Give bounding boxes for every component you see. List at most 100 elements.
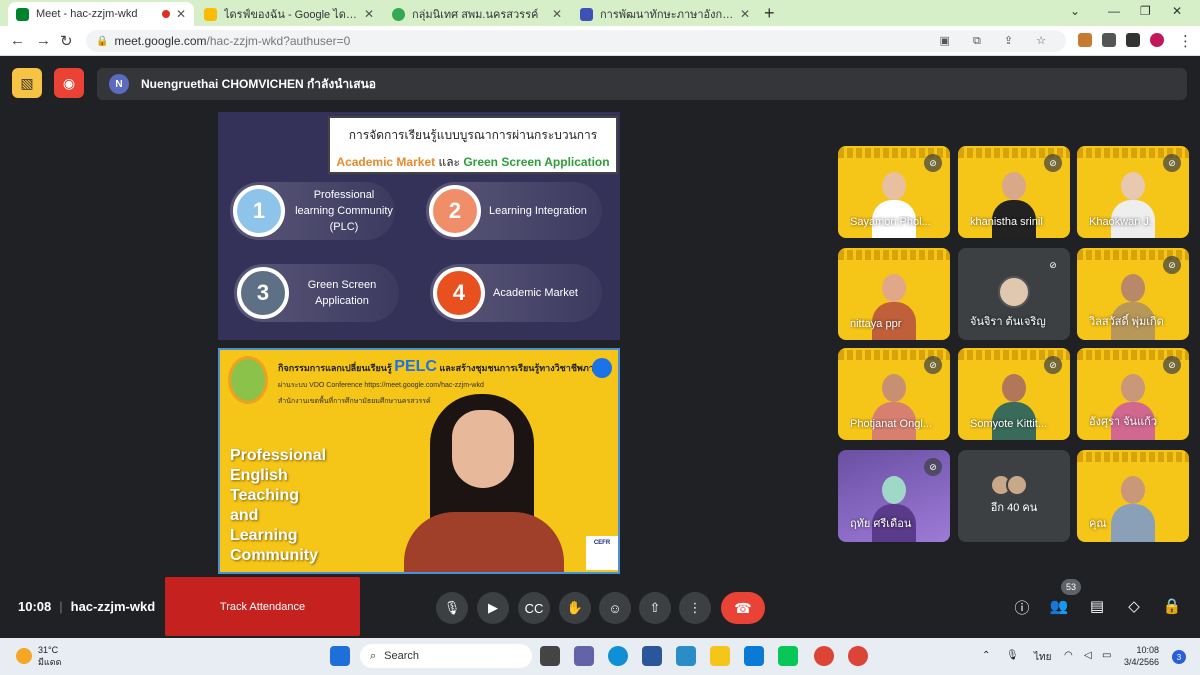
more-options-icon[interactable]: ⋮ (679, 592, 711, 624)
participant-tile[interactable]: ⊘ Khaokwan J. (1077, 146, 1189, 238)
volume-icon[interactable]: ◁ (1084, 650, 1092, 661)
host-controls-icon[interactable]: 🔒 (1161, 597, 1183, 615)
slide-title-line1: การจัดการเรียนรู้แบบบูรณาการผ่านกระบวนกา… (348, 128, 598, 142)
chrome-profile-icon[interactable] (848, 646, 868, 666)
minimize-icon[interactable]: — (1108, 4, 1120, 18)
battery-icon[interactable]: ▭ (1102, 650, 1111, 661)
chrome-icon[interactable] (814, 646, 834, 666)
participant-video (872, 374, 916, 440)
camera-icon[interactable]: ▶ (477, 592, 509, 624)
participant-tile[interactable]: ⊘ Somyote Kittit... (958, 348, 1070, 440)
emoji-icon[interactable]: ☺ (599, 592, 631, 624)
pelc-logo-text: PELC (394, 358, 437, 375)
tab-title: กลุ่มนิเทศ สพม.นครสวรรค์ (412, 9, 539, 21)
title-green-screen: Green Screen Application (463, 155, 610, 169)
tab-search-icon[interactable]: ⌄ (1070, 4, 1080, 18)
windows-start-icon[interactable] (330, 646, 350, 666)
forward-icon[interactable]: → (36, 32, 51, 49)
leave-call-button[interactable]: ☎ (721, 592, 765, 624)
line-icon[interactable] (778, 646, 798, 666)
info-icon[interactable]: ⓘ (1011, 597, 1033, 618)
title-connector: และ (435, 155, 464, 169)
windows-taskbar: 31°C มีแดด ⌕ Search ⌃ 🎙 ไทย ◠ ◁ ▭ 10:08 … (0, 638, 1200, 675)
participant-count-badge: 53 (1061, 579, 1081, 595)
participant-tile[interactable]: ⊘ Photjanat Ongl... (838, 348, 950, 440)
meeting-code[interactable]: hac-zzjm-wkd (71, 599, 156, 614)
taskbar-search[interactable]: ⌕ Search (360, 644, 532, 668)
weather-widget[interactable]: 31°C มีแดด (16, 644, 61, 668)
back-icon[interactable]: ← (10, 32, 25, 49)
menu-icon[interactable]: ⋮ (1178, 32, 1193, 50)
url-host: meet.google.com (114, 34, 207, 48)
search-icon: ⌕ (370, 649, 377, 662)
participant-name: วิลสวัสดิ์ พุ่มเกิด (1089, 316, 1164, 328)
reload-icon[interactable]: ↻ (60, 32, 73, 50)
wifi-icon[interactable]: ◠ (1064, 650, 1073, 661)
meeting-info: 10:08 | hac-zzjm-wkd (18, 599, 156, 614)
url-field[interactable]: 🔒 meet.google.com /hac-zzjm-wkd?authuser… (86, 30, 1066, 52)
mic-off-icon: ⊘ (1163, 356, 1181, 374)
browser-tab-bar: Meet - hac-zzjm-wkd ✕ ไดรฟ์ของฉัน - Goog… (0, 0, 1200, 26)
raise-hand-icon[interactable]: ✋ (559, 592, 591, 624)
app-l-icon[interactable] (676, 646, 696, 666)
stop-presenting-icon[interactable]: ▧ (12, 68, 42, 98)
self-tile[interactable]: คุณ (1077, 450, 1189, 542)
word-icon[interactable] (642, 646, 662, 666)
captions-icon[interactable]: CC (518, 592, 550, 624)
extension-icon[interactable] (1078, 33, 1092, 47)
file-explorer-icon[interactable] (710, 646, 730, 666)
tab-meet[interactable]: Meet - hac-zzjm-wkd ✕ (8, 2, 194, 26)
restore-icon[interactable]: ❐ (1140, 4, 1151, 18)
mic-off-icon: ⊘ (1044, 154, 1062, 172)
present-screen-icon[interactable]: ⇧ (639, 592, 671, 624)
mic-tray-icon[interactable]: 🎙 (1006, 650, 1019, 661)
participant-video (872, 274, 916, 340)
chat-icon[interactable]: ▤ (1086, 597, 1108, 615)
participant-name: Sayamon Phol... (850, 216, 931, 228)
globe-icon (392, 7, 405, 21)
taskbar-clock[interactable]: 10:08 3/4/2566 (1124, 644, 1159, 668)
mail-icon[interactable] (744, 646, 764, 666)
people-icon[interactable]: 👥 (1048, 597, 1070, 615)
big-title-line: English (230, 467, 288, 484)
slide-item: 1 Professional learning Community (PLC) (230, 182, 395, 240)
tab-group-site[interactable]: กลุ่มนิเทศ สพม.นครสวรรค์ ✕ (384, 2, 570, 26)
notification-badge[interactable]: 3 (1172, 650, 1186, 664)
tray-expand-icon[interactable]: ⌃ (982, 650, 990, 661)
recording-icon[interactable]: ◉ (54, 68, 84, 98)
more-participants-tile[interactable]: อีก 40 คน (958, 450, 1070, 542)
track-attendance-button[interactable]: Track Attendance (165, 577, 360, 636)
participant-video (1111, 374, 1155, 440)
participant-name: คุณ (1089, 518, 1107, 530)
participant-tile[interactable]: ⊘ khanistha srinil (958, 146, 1070, 238)
close-icon[interactable]: ✕ (740, 7, 750, 21)
language-indicator[interactable]: ไทย (1034, 650, 1051, 665)
omnibox-action-icons[interactable]: ▣ ⧉ ⇪ ☆ (940, 34, 1057, 48)
microphone-icon[interactable]: 🎙 (436, 592, 468, 624)
participant-tile[interactable]: ⊘ Sayamon Phol... (838, 146, 950, 238)
close-icon[interactable]: ✕ (552, 7, 562, 21)
new-tab-icon[interactable]: + (764, 3, 775, 24)
participant-tile[interactable]: ⊘ อังศุรา จันแก้ว (1077, 348, 1189, 440)
puzzle-icon[interactable] (1102, 33, 1116, 47)
school-emblem-icon (228, 356, 268, 404)
close-icon[interactable]: ✕ (364, 7, 374, 21)
sidepanel-icon[interactable] (1126, 33, 1140, 47)
tab-forms[interactable]: การพัฒนาทักษะภาษาอังกฤษ English ✕ (572, 2, 758, 26)
activities-icon[interactable]: ◇ (1123, 597, 1145, 615)
close-icon[interactable]: ✕ (176, 7, 186, 21)
close-window-icon[interactable]: ✕ (1172, 4, 1182, 18)
participant-video (872, 172, 916, 238)
teams-icon[interactable] (574, 646, 594, 666)
task-view-icon[interactable] (540, 646, 560, 666)
tab-drive[interactable]: ไดรฟ์ของฉัน - Google ไดรฟ์ ✕ (196, 2, 382, 26)
participant-tile[interactable]: ⊘ วิลสวัสดิ์ พุ่มเกิด (1077, 248, 1189, 340)
edge-icon[interactable] (608, 646, 628, 666)
slide-item: 3 Green Screen Application (234, 264, 399, 322)
participant-tile[interactable]: ⊘ ฤทัย ศรีเดือน (838, 450, 950, 542)
participant-tile[interactable]: nittaya ppr (838, 248, 950, 340)
profile-avatar[interactable] (1150, 33, 1164, 47)
slide-banner: การจัดการเรียนรู้แบบบูรณาการผ่านกระบวนกา… (328, 116, 618, 174)
participant-tile[interactable]: ⊘ จันจิรา ต้นเจริญ (958, 248, 1070, 340)
cefr-badge: CEFR (586, 536, 618, 570)
